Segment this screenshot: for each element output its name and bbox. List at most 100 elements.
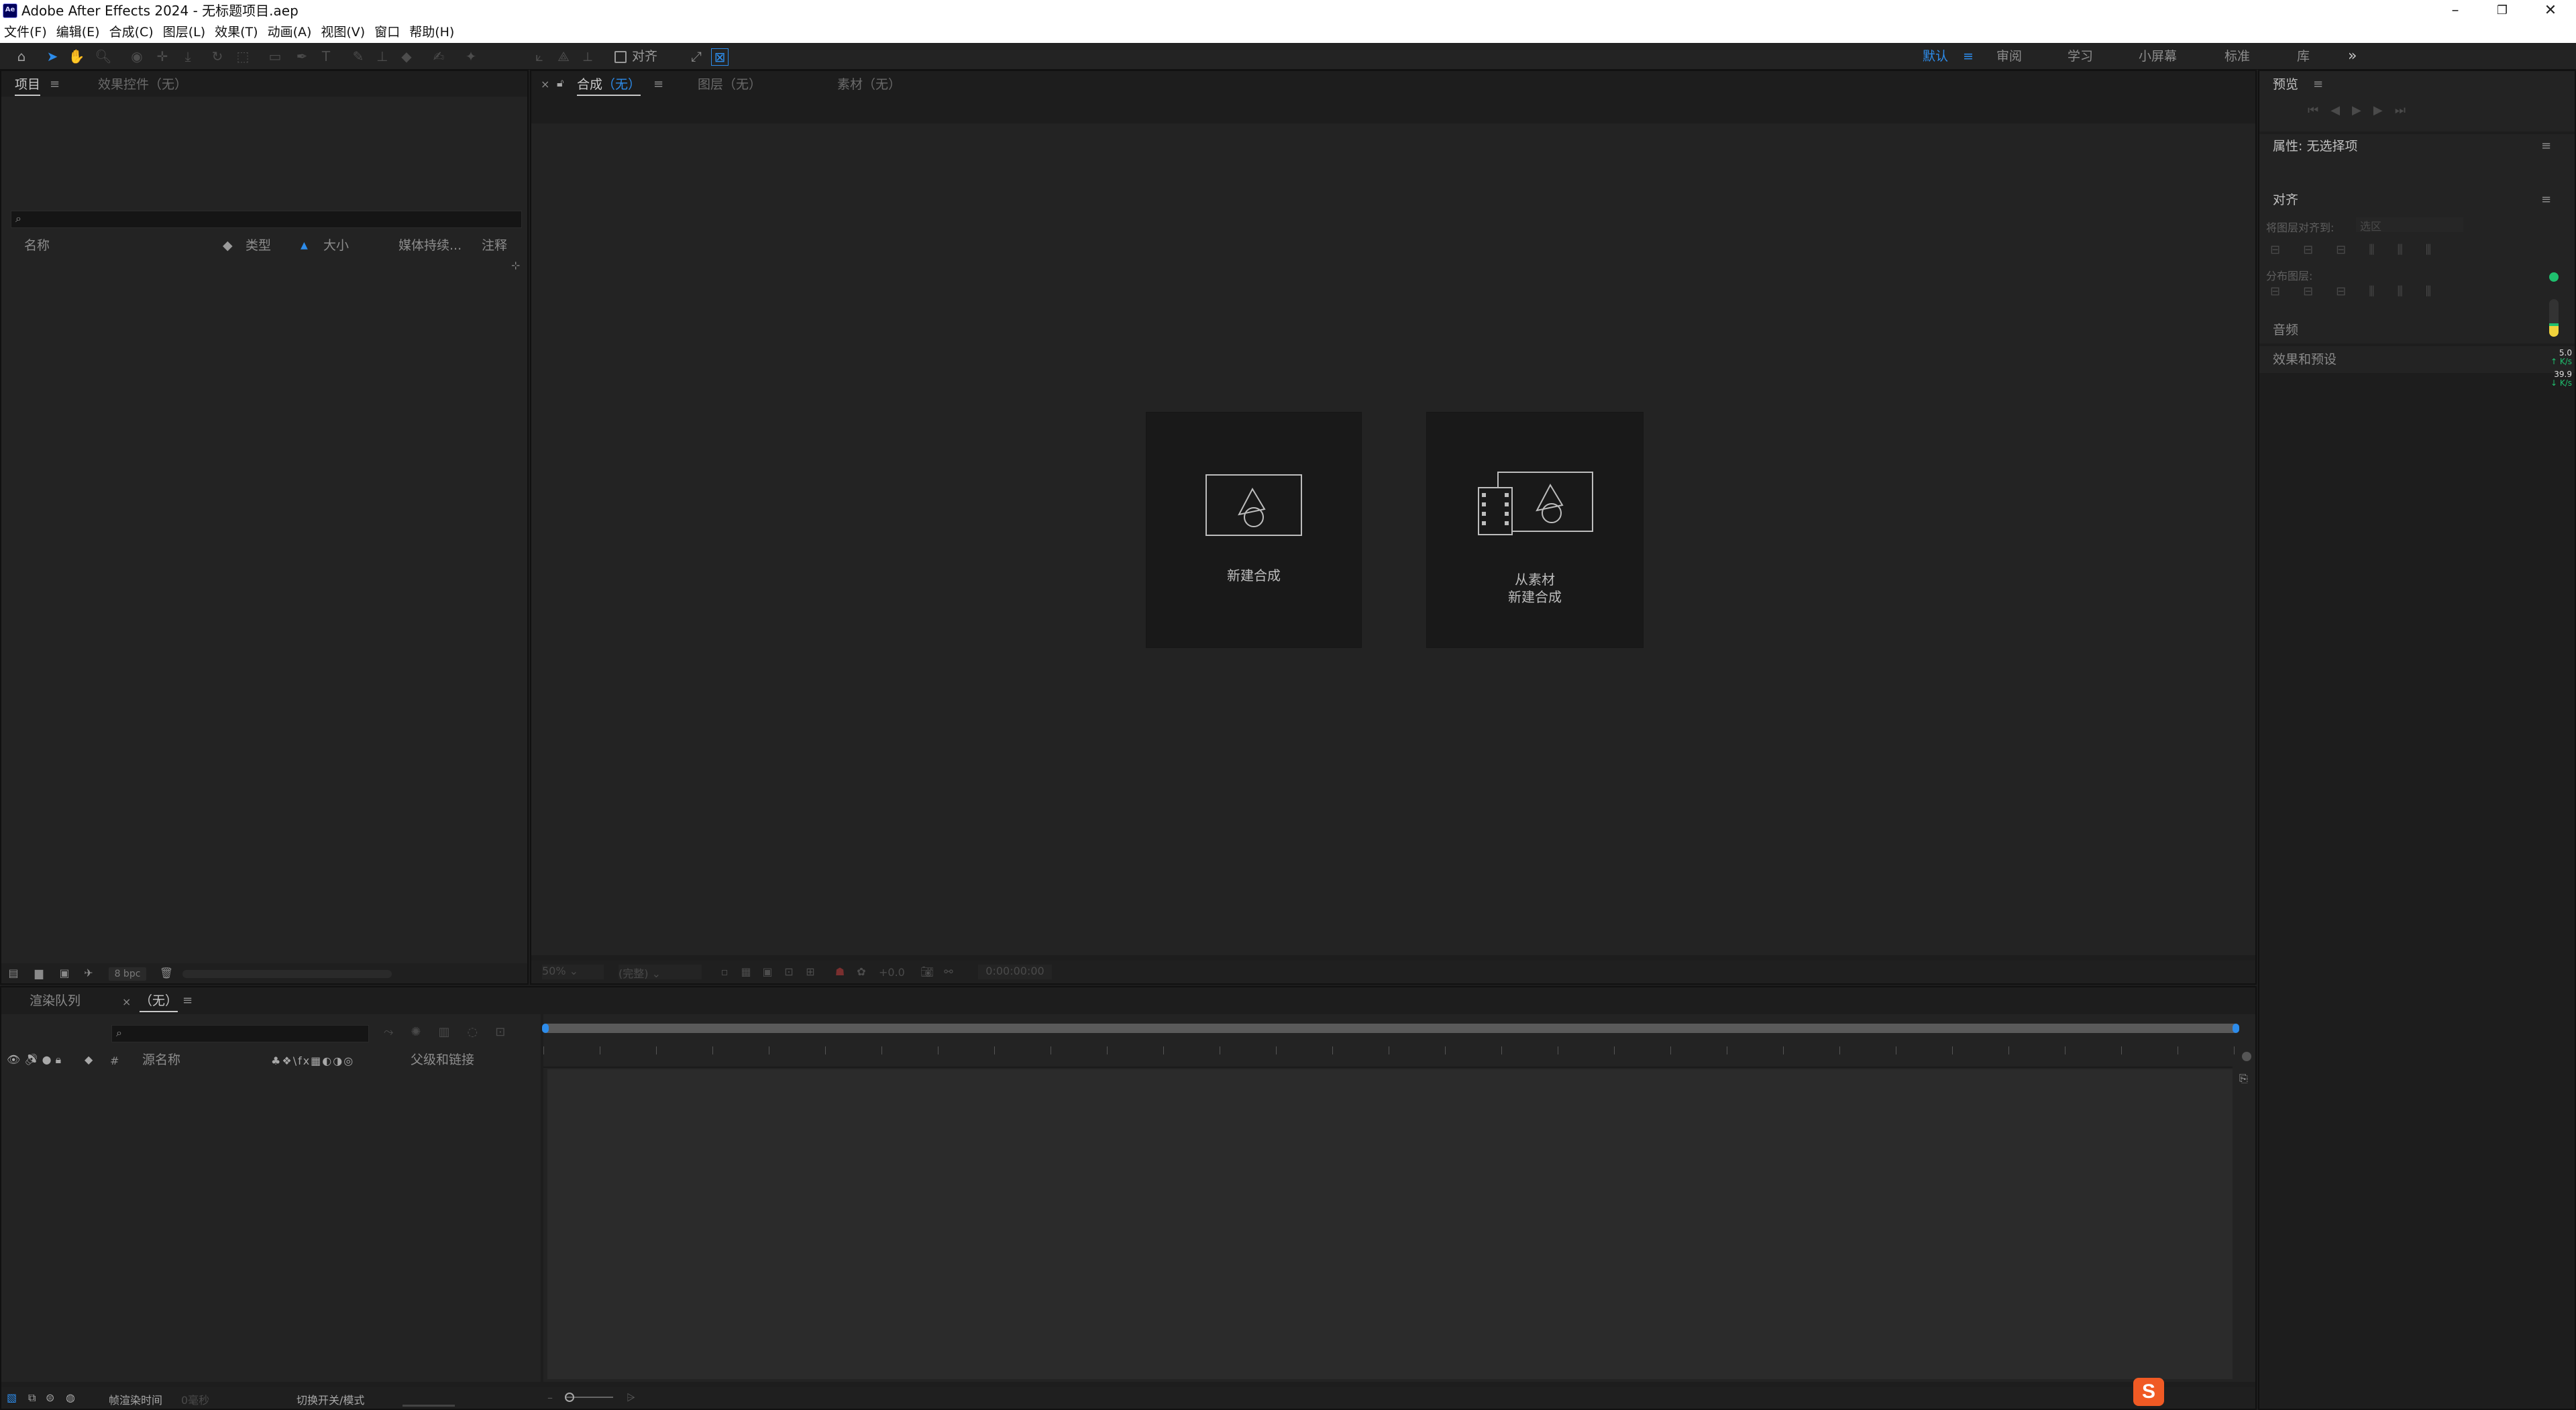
close-comp-tab-icon[interactable]: × bbox=[541, 76, 549, 93]
zoom-out-icon[interactable]: – bbox=[547, 1391, 553, 1404]
close-timeline-tab-icon[interactable]: × bbox=[122, 994, 131, 1010]
delete-trash-icon[interactable]: 🗑︎ bbox=[157, 964, 176, 983]
column-media-duration[interactable]: 媒体持续... bbox=[398, 237, 462, 254]
effects-presets-title[interactable]: 效果和预设 bbox=[2273, 351, 2337, 368]
tab-footage[interactable]: 素材（无） bbox=[837, 76, 901, 93]
snap-features-icon[interactable]: ⊠ bbox=[711, 48, 729, 66]
roto-brush-tool-icon[interactable]: ✍ bbox=[429, 47, 448, 66]
menu-effect[interactable]: 效果(T) bbox=[215, 21, 258, 43]
eraser-tool-icon[interactable]: ◆ bbox=[397, 47, 416, 66]
minimize-button[interactable]: – bbox=[2435, 0, 2475, 21]
menu-window[interactable]: 窗口 bbox=[374, 21, 400, 43]
tab-render-queue[interactable]: 渲染队列 bbox=[30, 993, 80, 1009]
dolly-camera-tool-icon[interactable]: ⤓ bbox=[178, 47, 197, 66]
motion-blur-icon[interactable]: ◍ bbox=[66, 1391, 75, 1404]
show-snapshot-icon[interactable]: ⚯ bbox=[939, 963, 958, 981]
new-folder-icon[interactable]: ▆ bbox=[30, 964, 48, 983]
tab-layer[interactable]: 图层（无） bbox=[698, 76, 761, 93]
menu-layer[interactable]: 图层(L) bbox=[163, 21, 205, 43]
preview-menu-icon[interactable]: ≡ bbox=[2313, 76, 2323, 93]
label-tag-icon[interactable]: ◆ bbox=[85, 1053, 93, 1066]
zoom-tool-icon[interactable]: 🔍︎ bbox=[94, 47, 113, 66]
preview-transport-controls[interactable]: ⏮◀▶▶⏭ bbox=[2308, 103, 2418, 117]
selection-tool-icon[interactable]: ➤ bbox=[43, 47, 62, 66]
clone-stamp-tool-icon[interactable]: ⊥ bbox=[373, 47, 392, 66]
project-search-input[interactable]: ⌕ bbox=[11, 211, 522, 228]
home-icon[interactable]: ⌂ bbox=[12, 47, 31, 66]
interpret-footage-icon[interactable]: ▤ bbox=[4, 964, 23, 983]
column-source-name[interactable]: 源名称 bbox=[142, 1052, 180, 1068]
tab-effect-controls[interactable]: 效果控件（无） bbox=[98, 76, 187, 93]
fast-previews-icon[interactable]: ▫ bbox=[715, 963, 734, 981]
menu-animation[interactable]: 动画(A) bbox=[268, 21, 312, 43]
new-comp-from-footage-card[interactable]: 从素材 新建合成 bbox=[1426, 412, 1644, 648]
layer-switches-icon[interactable]: ▧ bbox=[7, 1391, 17, 1404]
grid-guides-icon[interactable]: ⊞ bbox=[801, 963, 820, 981]
timeline-menu-icon[interactable]: ≡ bbox=[182, 993, 193, 1009]
local-axis-icon[interactable]: ⟀ bbox=[530, 47, 549, 66]
column-type[interactable]: 类型 bbox=[246, 237, 271, 254]
workspace-libraries[interactable]: 库 bbox=[2297, 48, 2310, 64]
distribute-buttons-row[interactable]: ⊟⊟⊟⫼⫼⫼ bbox=[2270, 284, 2454, 299]
brush-tool-icon[interactable]: ✎ bbox=[349, 47, 368, 66]
close-window-button[interactable]: ✕ bbox=[2530, 0, 2571, 21]
rectangle-tool-icon[interactable]: ▭ bbox=[266, 47, 284, 66]
resolution-dropdown[interactable]: (完整) ⌄ bbox=[619, 965, 702, 980]
zoom-in-icon[interactable]: ⩥ bbox=[627, 1391, 635, 1405]
snapshot-camera-icon[interactable]: 📷︎ bbox=[918, 963, 936, 981]
column-size[interactable]: 大小 bbox=[323, 237, 349, 254]
audio-title[interactable]: 音频 bbox=[2273, 322, 2298, 338]
exposure-reset-icon[interactable]: ✿ bbox=[852, 963, 871, 981]
magnification-dropdown[interactable]: 50% ⌄ bbox=[542, 965, 604, 979]
workspace-review[interactable]: 审阅 bbox=[1996, 48, 2022, 64]
type-tool-icon[interactable]: T bbox=[317, 47, 335, 66]
zoom-handle[interactable] bbox=[2242, 1052, 2251, 1061]
zoom-slider-thumb[interactable] bbox=[565, 1393, 574, 1402]
new-composition-icon[interactable]: ▣ bbox=[55, 964, 74, 983]
comp-panel-menu-icon[interactable]: ≡ bbox=[653, 76, 663, 93]
menu-file[interactable]: 文件(F) bbox=[4, 21, 47, 43]
bit-depth-button[interactable]: 8 bpc bbox=[109, 967, 146, 981]
label-tag-icon[interactable]: ◆ bbox=[223, 237, 233, 254]
new-composition-card[interactable]: 新建合成 bbox=[1146, 412, 1362, 648]
column-comment[interactable]: 注释 bbox=[482, 237, 507, 254]
hand-tool-icon[interactable]: ✋ bbox=[67, 47, 86, 66]
project-panel-menu-icon[interactable]: ≡ bbox=[50, 76, 60, 93]
toggle-switches-modes-button[interactable]: 切换开关/模式 bbox=[297, 1391, 364, 1407]
orbit-camera-tool-icon[interactable]: ◉ bbox=[127, 47, 146, 66]
menu-edit[interactable]: 编辑(E) bbox=[56, 21, 100, 43]
mask-visibility-icon[interactable]: ▣ bbox=[758, 963, 777, 981]
workspace-standard[interactable]: 标准 bbox=[2224, 48, 2250, 64]
pen-tool-icon[interactable]: ✒ bbox=[292, 47, 311, 66]
ime-logo[interactable]: S bbox=[2133, 1378, 2164, 1406]
tab-project[interactable]: 项目 bbox=[15, 76, 41, 96]
snap-options-icon[interactable]: ⤢ bbox=[687, 47, 706, 66]
workspace-default[interactable]: 默认 bbox=[1923, 48, 1948, 64]
pan-behind-tool-icon[interactable]: ⬚ bbox=[233, 47, 252, 66]
column-name[interactable]: 名称 bbox=[24, 237, 50, 254]
tab-composition[interactable]: 合成（无） bbox=[577, 76, 641, 96]
adjust-project-settings-icon[interactable]: ✈ bbox=[79, 964, 98, 983]
timeline-search-input[interactable]: ⌕ bbox=[111, 1025, 369, 1042]
rotation-tool-icon[interactable]: ↻ bbox=[208, 47, 227, 66]
world-axis-icon[interactable]: ⟁ bbox=[554, 47, 573, 66]
lock-icon[interactable]: 🔓︎ bbox=[557, 75, 564, 91]
column-parent-link[interactable]: 父级和链接 bbox=[411, 1052, 474, 1068]
properties-menu-icon[interactable]: ≡ bbox=[2541, 138, 2551, 154]
modes-icon[interactable]: ⧉ bbox=[28, 1391, 36, 1405]
graph-editor-icon[interactable]: ⎘ bbox=[2239, 1072, 2248, 1085]
snap-checkbox[interactable] bbox=[614, 51, 627, 63]
menu-help[interactable]: 帮助(H) bbox=[409, 21, 454, 43]
work-area-bar[interactable] bbox=[542, 1024, 2239, 1033]
current-time-display[interactable]: 0:00:00:00 bbox=[978, 965, 1052, 979]
in-out-icon[interactable]: ⊜ bbox=[46, 1391, 54, 1404]
restore-button[interactable]: ❐ bbox=[2482, 0, 2522, 21]
view-axis-icon[interactable]: ⟂ bbox=[578, 47, 597, 66]
av-features-icons[interactable]: 👁︎🔊︎●🔒︎ bbox=[7, 1053, 65, 1067]
workspace-learn[interactable]: 学习 bbox=[2068, 48, 2093, 64]
color-channel-icon[interactable]: ☗ bbox=[830, 963, 849, 981]
align-to-dropdown[interactable]: 选区 bbox=[2356, 217, 2463, 233]
tab-timeline-comp[interactable]: （无） bbox=[140, 993, 178, 1012]
workspace-more-icon[interactable]: » bbox=[2348, 48, 2357, 64]
switches-icons[interactable]: ♣❖\fx▦◐◑◎ bbox=[271, 1053, 354, 1069]
